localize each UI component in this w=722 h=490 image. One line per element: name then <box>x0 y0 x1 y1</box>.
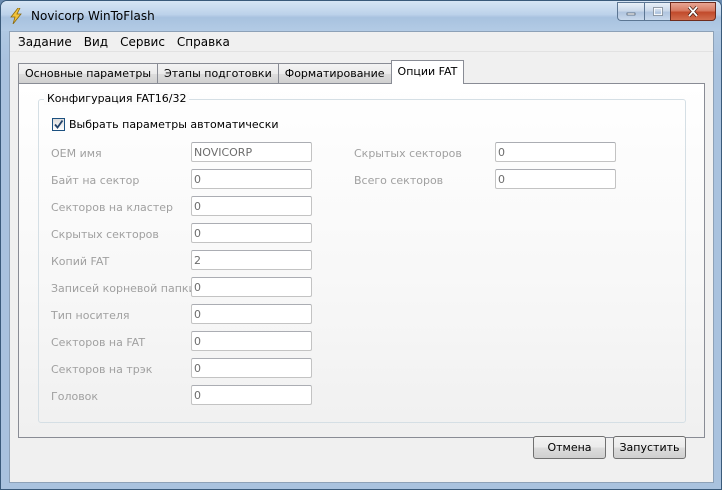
sectors-per-cluster-field[interactable]: 0 <box>191 196 312 216</box>
cancel-button[interactable]: Отмена <box>533 436 606 459</box>
auto-params-checkbox[interactable]: Выбрать параметры автоматически <box>52 118 278 131</box>
fat-options-panel: Конфигурация FAT16/32 Выбрать параметры … <box>18 83 705 438</box>
run-button[interactable]: Запустить <box>613 436 686 459</box>
menu-help[interactable]: Справка <box>171 33 236 51</box>
heads-field[interactable]: 0 <box>191 385 312 405</box>
fat-config-group: Конфигурация FAT16/32 Выбрать параметры … <box>38 92 686 423</box>
hidden-sectors-field[interactable]: 0 <box>191 223 312 243</box>
sectors-per-track-field[interactable]: 0 <box>191 358 312 378</box>
group-title: Конфигурация FAT16/32 <box>44 92 190 105</box>
maximize-icon <box>652 7 663 16</box>
maximize-button[interactable] <box>644 2 670 21</box>
hidden-sectors-label: Скрытых секторов <box>51 228 159 241</box>
total-sectors-field[interactable]: 0 <box>495 169 616 189</box>
window-title: Novicorp WinToFlash <box>31 9 155 23</box>
heads-label: Головок <box>51 390 99 403</box>
minimize-button[interactable] <box>617 2 644 21</box>
tab-strip: Основные параметры Этапы подготовки Форм… <box>18 60 465 84</box>
tab-prep-stages[interactable]: Этапы подготовки <box>157 63 279 84</box>
bytes-per-sector-label: Байт на сектор <box>51 174 140 187</box>
checkmark-icon <box>54 119 64 129</box>
sectors-per-cluster-label: Секторов на кластер <box>51 201 173 214</box>
menu-view[interactable]: Вид <box>78 33 114 51</box>
menu-service[interactable]: Сервис <box>114 33 171 51</box>
sectors-per-track-label: Секторов на трэк <box>51 363 153 376</box>
oem-name-label: OEM имя <box>51 147 102 160</box>
bytes-per-sector-field[interactable]: 0 <box>191 169 312 189</box>
total-sectors-label: Всего секторов <box>354 174 444 187</box>
media-type-field[interactable]: 0 <box>191 304 312 324</box>
title-bar[interactable]: Novicorp WinToFlash <box>1 1 721 31</box>
root-entries-field[interactable]: 0 <box>191 277 312 297</box>
tab-main-params[interactable]: Основные параметры <box>18 63 159 84</box>
sectors-per-fat-field[interactable]: 0 <box>191 331 312 351</box>
minimize-icon <box>626 12 636 15</box>
menu-task[interactable]: Задание <box>12 33 78 51</box>
menu-bar: Задание Вид Сервис Справка <box>10 32 713 52</box>
sectors-per-fat-label: Секторов на FAT <box>51 336 146 349</box>
tab-fat-options[interactable]: Опции FAT <box>390 60 465 84</box>
media-type-label: Тип носителя <box>51 309 130 322</box>
close-button[interactable] <box>670 2 716 21</box>
oem-name-field[interactable]: NOVICORP <box>191 142 312 162</box>
auto-params-label: Выбрать параметры автоматически <box>69 118 279 131</box>
fat-copies-label: Копий FAT <box>51 255 110 268</box>
hidden-sectors-right-field[interactable]: 0 <box>495 142 616 162</box>
client-area: Задание Вид Сервис Справка Основные пара… <box>9 31 714 483</box>
close-icon <box>687 6 699 17</box>
fat-copies-field[interactable]: 2 <box>191 250 312 270</box>
hidden-sectors-right-label: Скрытых секторов <box>354 147 462 160</box>
app-window: Novicorp WinToFlash Задание Вид Сервис С… <box>0 0 722 490</box>
tab-formatting[interactable]: Форматирование <box>277 63 392 84</box>
window-controls <box>617 2 716 21</box>
checkbox-box[interactable] <box>52 118 65 131</box>
root-entries-label: Записей корневой папки <box>51 282 196 295</box>
app-lightning-icon <box>10 8 22 24</box>
